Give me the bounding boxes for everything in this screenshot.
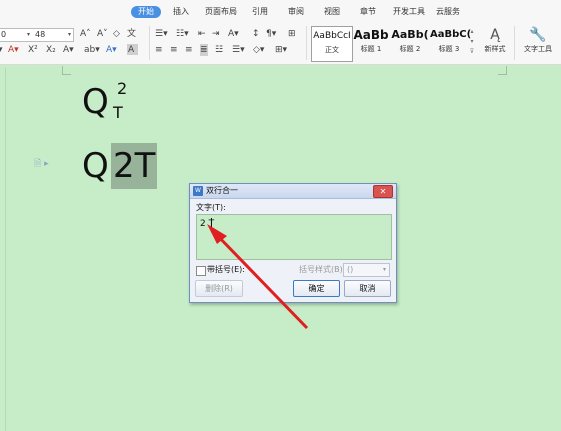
combine-lines-dialog: W 双行合一 ✕ 文字(T): 2 T 带括号(E): 括号样式(B): () … [189,183,397,303]
wps-app-icon: W [193,186,203,196]
bullet-list-icon[interactable]: ☰▾ [155,28,168,40]
text-field-label: 文字(T): [196,203,226,212]
tab-cloud-service[interactable]: 云服务 [436,6,460,18]
bracket-style-label: 括号样式(B): [299,265,346,274]
style-label: 标题 1 [360,45,382,53]
close-button[interactable]: ✕ [373,185,393,198]
page-corner-mark [498,66,507,75]
chinese-layout-icon[interactable]: A▾ [228,28,239,40]
ribbon-separator [514,26,515,60]
borders-icon[interactable]: ⊞▾ [275,44,287,56]
cancel-button[interactable]: 取消 [344,280,391,297]
font-dropdown-partial-icon[interactable]: ▾ [0,44,3,56]
tab-view[interactable]: 视图 [324,6,340,18]
style-gallery: AaBbCcI 正文 AaBb 标题 1 AaBb( 标题 2 AaBbC( 标… [311,26,476,62]
formula-base-text[interactable]: Q [82,82,109,122]
ok-button[interactable]: 确定 [293,280,340,297]
align-left-icon[interactable]: ≡ [155,44,163,56]
clear-format-icon[interactable]: ◇ [113,28,120,40]
style-sample: AaBbCcI [313,31,351,41]
tab-review[interactable]: 审阅 [288,6,304,18]
ribbon-tab-bar: 开始 插入 页面布局 引用 审阅 视图 章节 开发工具 云服务 [0,0,561,22]
bracket-style-select[interactable]: () ▾ [343,263,390,277]
style-gallery-scroll[interactable]: ▴ ▾ ⊽ [468,27,476,59]
new-style-label: 新样式 [484,45,506,53]
tab-references[interactable]: 引用 [252,6,268,18]
text-outline-icon[interactable]: A▾ [63,44,74,56]
tab-insert[interactable]: 插入 [173,6,189,18]
increase-indent-icon[interactable]: ⇥ [212,28,220,40]
tab-section[interactable]: 章节 [360,6,376,18]
style-label: 标题 3 [438,45,460,53]
chevron-up-icon[interactable]: ▴ [468,27,476,37]
font-size-select[interactable]: 0 ▾ 48 ▾ [0,28,74,42]
justify-icon[interactable]: ≣ [200,44,208,56]
style-heading-1[interactable]: AaBb 标题 1 [352,26,390,60]
text-effect-icon[interactable]: A▾ [8,44,19,56]
expand-gallery-icon[interactable]: ⊽ [468,47,476,57]
align-right-icon[interactable]: ≡ [185,44,193,56]
style-label: 标题 2 [399,45,421,53]
line2-prefix-text[interactable]: Q [82,146,109,186]
table-border-icon[interactable]: ⊞ [288,28,296,40]
text-input[interactable]: 2 T [196,214,392,260]
font-name-dropdown-icon[interactable]: ▾ [27,29,30,41]
grow-font-icon[interactable]: A˄ [80,28,91,40]
superscript-icon[interactable]: X² [28,44,38,56]
text-tools-button[interactable]: 🔧 文字工具 [518,26,558,54]
ribbon-separator [306,26,307,60]
text-cursor [211,218,212,229]
paragraph-handle-icon[interactable]: 🗎 ▸ [34,156,49,172]
page-corner-mark [62,66,71,75]
subscript-text[interactable]: T [113,104,123,122]
tab-developer[interactable]: 开发工具 [393,6,425,18]
chevron-down-icon: ▾ [382,266,386,273]
dialog-title: 双行合一 [206,186,238,195]
character-shading-icon[interactable]: A [128,44,134,56]
style-sample: AaBb [353,28,389,42]
bracket-checkbox-label[interactable]: 带括号(E): [207,265,245,275]
new-style-button[interactable]: Ą 新样式 [478,26,512,54]
selected-text[interactable]: 2T [113,146,155,186]
delete-button[interactable]: 删除(R) [195,280,243,297]
text-tools-label: 文字工具 [524,45,552,53]
align-center-icon[interactable]: ≡ [170,44,178,56]
new-style-icon: Ą [490,27,500,43]
style-normal[interactable]: AaBbCcI 正文 [311,26,353,62]
tab-page-layout[interactable]: 页面布局 [205,6,237,18]
ribbon-toolbar: 0 ▾ 48 ▾ A˄ A˅ ◇ 文 ▾ A▾ X² X₂ A▾ ab▾ A▾ … [0,22,561,65]
style-sample: AaBb( [391,28,429,41]
subscript-icon[interactable]: X₂ [46,44,56,56]
font-color-icon[interactable]: A▾ [106,44,117,56]
line-spacing-icon[interactable]: ☰▾ [232,44,245,56]
superscript-text[interactable]: 2 [117,80,127,98]
bracket-style-value: () [347,265,354,274]
shrink-font-icon[interactable]: A˅ [97,28,108,40]
show-marks-icon[interactable]: ¶▾ [266,28,276,40]
highlight-color-icon[interactable]: ab▾ [84,44,100,56]
distributed-icon[interactable]: ☳ [215,44,223,56]
ribbon-separator [149,26,150,60]
wrench-icon: 🔧 [529,27,547,43]
tab-home[interactable]: 开始 [131,6,161,18]
style-heading-3[interactable]: AaBbC( 标题 3 [430,26,472,60]
bracket-checkbox[interactable] [196,266,206,276]
shading-icon[interactable]: ◇▾ [253,44,264,56]
phonetic-guide-icon[interactable]: 文 [127,28,136,40]
font-size-dropdown-icon[interactable]: ▾ [68,29,71,41]
font-size-value: 48 [35,30,46,39]
chevron-down-icon[interactable]: ▾ [468,37,476,47]
style-heading-2[interactable]: AaBb( 标题 2 [391,26,429,60]
decrease-indent-icon[interactable]: ⇤ [198,28,206,40]
sort-icon[interactable]: ↕ [252,28,260,40]
numbered-list-icon[interactable]: ☷▾ [176,28,189,40]
dialog-title-bar[interactable]: W 双行合一 ✕ [190,184,396,199]
font-name-partial: 0 [1,30,7,39]
style-sample: AaBbC( [430,29,472,40]
style-label: 正文 [325,46,339,54]
